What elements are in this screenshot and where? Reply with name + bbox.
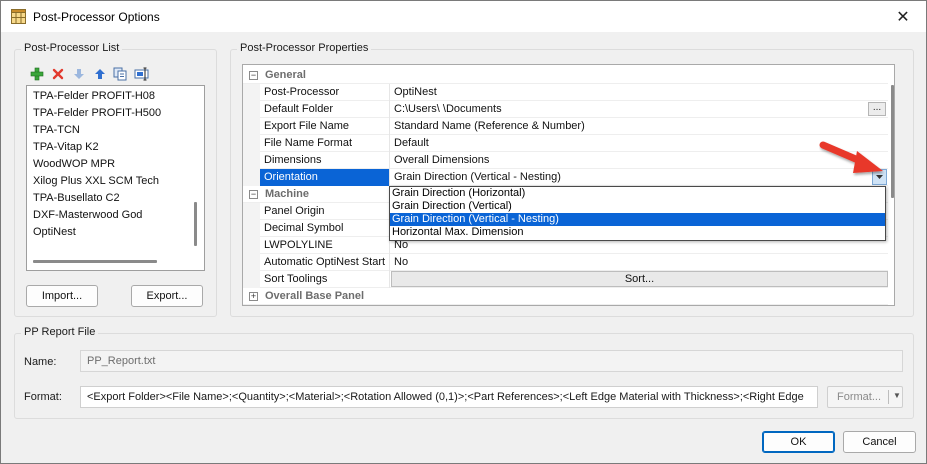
- list-item[interactable]: OptiNest: [33, 224, 76, 241]
- name-label: Name:: [24, 356, 57, 368]
- category-label: General: [265, 69, 306, 81]
- move-down-icon: [73, 68, 84, 79]
- property-name: Dimensions: [260, 152, 390, 169]
- ok-button[interactable]: OK: [762, 431, 835, 453]
- delete-icon: [52, 68, 63, 79]
- close-button[interactable]: ✕: [880, 1, 926, 32]
- property-row-default-folder[interactable]: Default Folder C:\Users\ \Documents ...: [243, 101, 888, 118]
- move-up-button[interactable]: [92, 66, 107, 81]
- property-row-post-processor[interactable]: Post-Processor OptiNest: [243, 84, 888, 101]
- delete-button[interactable]: [50, 66, 65, 81]
- post-processor-listbox[interactable]: TPA-Felder PROFIT-H08 TPA-Felder PROFIT-…: [26, 85, 205, 271]
- format-label: Format:: [24, 391, 62, 403]
- list-vertical-scrollbar[interactable]: [194, 202, 197, 246]
- move-up-icon: [94, 68, 105, 79]
- add-icon: [30, 67, 43, 80]
- property-row-dimensions[interactable]: Dimensions Overall Dimensions: [243, 152, 888, 169]
- dropdown-option[interactable]: Horizontal Max. Dimension: [390, 226, 885, 239]
- close-icon: ✕: [896, 8, 910, 26]
- title-bar: Post-Processor Options ✕: [1, 1, 926, 32]
- rename-icon: [134, 67, 149, 80]
- copy-icon: [113, 67, 127, 80]
- property-row-file-name-format[interactable]: File Name Format Default: [243, 135, 888, 152]
- property-row-export-file-name[interactable]: Export File Name Standard Name (Referenc…: [243, 118, 888, 135]
- property-name: Post-Processor: [260, 84, 390, 101]
- window-title: Post-Processor Options: [33, 10, 160, 24]
- import-button[interactable]: Import...: [26, 285, 98, 307]
- property-name: Default Folder: [260, 101, 390, 118]
- dropdown-option[interactable]: Grain Direction (Vertical): [390, 200, 885, 213]
- rename-button[interactable]: [134, 66, 149, 81]
- chevron-down-icon[interactable]: ▼: [893, 391, 901, 400]
- list-item[interactable]: TPA-Busellato C2: [33, 190, 120, 207]
- post-processor-properties-label: Post-Processor Properties: [237, 42, 372, 54]
- property-name: Panel Origin: [260, 203, 390, 220]
- report-format-field[interactable]: <Export Folder><File Name>;<Quantity>;<M…: [80, 386, 818, 408]
- export-button[interactable]: Export...: [131, 285, 203, 307]
- format-button-label: Format...: [837, 391, 882, 403]
- category-general[interactable]: − General: [243, 67, 888, 84]
- property-value[interactable]: Standard Name (Reference & Number): [391, 118, 888, 135]
- list-item[interactable]: WoodWOP MPR: [33, 156, 115, 173]
- format-button[interactable]: Format... ▼: [827, 386, 903, 408]
- property-row-sort-toolings[interactable]: Sort Toolings Sort...: [243, 271, 888, 288]
- property-grid[interactable]: − General Post-Processor OptiNest Defaul…: [242, 64, 895, 306]
- properties-vertical-scrollbar[interactable]: [891, 85, 894, 198]
- orientation-dropdown-list[interactable]: Grain Direction (Horizontal) Grain Direc…: [389, 186, 886, 241]
- property-name: LWPOLYLINE: [260, 237, 390, 254]
- property-value[interactable]: C:\Users\ \Documents: [391, 101, 888, 118]
- list-item[interactable]: TPA-Felder PROFIT-H08: [33, 88, 155, 105]
- property-name: Orientation: [260, 169, 390, 186]
- property-value[interactable]: OptiNest: [391, 84, 888, 101]
- annotation-arrow-icon: [819, 141, 883, 173]
- list-item[interactable]: DXF-Masterwood God: [33, 207, 142, 224]
- post-processor-options-dialog: Post-Processor Options ✕ Post-Processor …: [0, 0, 927, 464]
- add-button[interactable]: [29, 66, 44, 81]
- property-value[interactable]: Overall Dimensions: [391, 152, 888, 169]
- pp-report-file-label: PP Report File: [21, 326, 99, 338]
- cancel-button[interactable]: Cancel: [843, 431, 916, 453]
- category-label: Machine: [265, 188, 310, 200]
- property-name: Automatic OptiNest Start: [260, 254, 390, 271]
- property-name: Decimal Symbol: [260, 220, 390, 237]
- report-name-field[interactable]: PP_Report.txt: [80, 350, 903, 372]
- list-item[interactable]: TPA-Vitap K2: [33, 139, 99, 156]
- property-value[interactable]: Default: [391, 135, 888, 152]
- category-overall-base-panel[interactable]: + Overall Base Panel: [243, 288, 888, 305]
- property-name: File Name Format: [260, 135, 390, 152]
- property-value[interactable]: No: [391, 254, 888, 271]
- dropdown-option[interactable]: Grain Direction (Horizontal): [390, 187, 885, 200]
- property-row-automatic-optinest-start[interactable]: Automatic OptiNest Start No: [243, 254, 888, 271]
- list-item[interactable]: TPA-Felder PROFIT-H500: [33, 105, 161, 122]
- dropdown-option-selected[interactable]: Grain Direction (Vertical - Nesting): [390, 213, 885, 226]
- app-grid-icon: [11, 9, 26, 24]
- post-processor-list-label: Post-Processor List: [21, 42, 123, 54]
- list-item[interactable]: TPA-TCN: [33, 122, 80, 139]
- property-name: Export File Name: [260, 118, 390, 135]
- property-row-orientation[interactable]: Orientation Grain Direction (Vertical - …: [243, 169, 888, 186]
- list-horizontal-scrollbar[interactable]: [33, 260, 157, 263]
- collapse-icon[interactable]: −: [249, 71, 258, 80]
- move-down-button[interactable]: [71, 66, 86, 81]
- collapse-icon[interactable]: −: [249, 190, 258, 199]
- property-name: Sort Toolings: [260, 271, 390, 288]
- list-item[interactable]: Xilog Plus XXL SCM Tech: [33, 173, 159, 190]
- expand-icon[interactable]: +: [249, 292, 258, 301]
- category-label: Overall Base Panel: [265, 290, 365, 302]
- orientation-combo[interactable]: Grain Direction (Vertical - Nesting): [391, 169, 888, 186]
- browse-folder-button[interactable]: ...: [868, 102, 886, 116]
- copy-button[interactable]: [113, 66, 128, 81]
- sort-toolings-button[interactable]: Sort...: [391, 271, 888, 287]
